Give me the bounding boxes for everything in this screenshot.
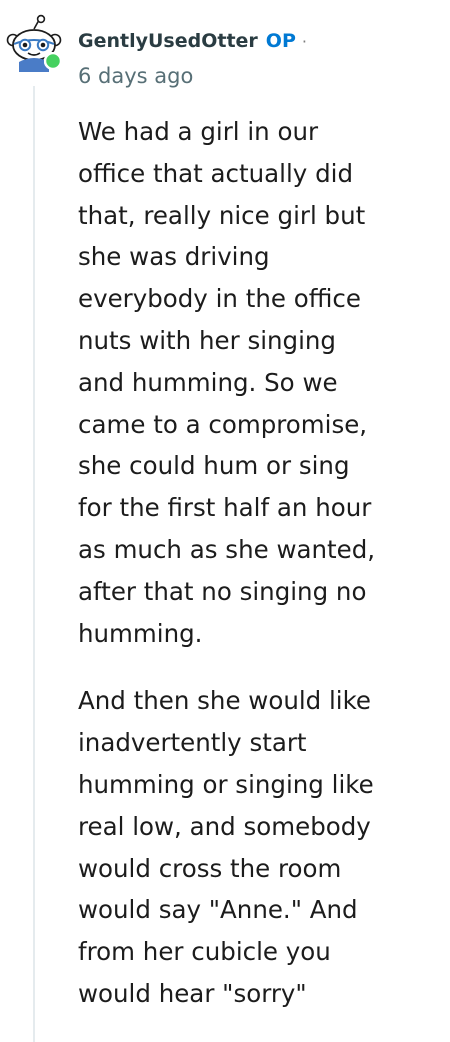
text-line: would cross the room: [78, 853, 342, 883]
text-line: as much as she wanted,: [78, 534, 376, 564]
author-row: GentlyUsedOtter OP ·: [78, 30, 438, 56]
user-avatar[interactable]: [6, 14, 64, 72]
text-line: office that actually did: [78, 158, 353, 188]
text-line: would hear "sorry": [78, 978, 307, 1008]
text-line: humming.: [78, 618, 203, 648]
text-line: everybody in the office: [78, 284, 361, 314]
text-line: inadvertently start: [78, 728, 307, 758]
username-link[interactable]: GentlyUsedOtter: [78, 30, 258, 52]
comment-paragraph: And then she would like inadvertently st…: [78, 680, 418, 1014]
text-line: from her cubicle you: [78, 937, 331, 967]
timestamp[interactable]: 6 days ago: [78, 64, 438, 88]
text-line: nuts with her singing: [78, 325, 336, 355]
comment: GentlyUsedOtter OP · 6 days ago We had a…: [0, 0, 450, 1042]
comment-paragraph: We had a girl in our office that actuall…: [78, 111, 418, 654]
comment-meta: GentlyUsedOtter OP · 6 days ago: [78, 30, 438, 88]
text-line: and humming. So we: [78, 367, 338, 397]
online-status-icon: [44, 52, 62, 70]
text-line: And then she would like: [78, 686, 372, 716]
op-badge: OP: [265, 30, 296, 52]
text-line: she was driving: [78, 242, 270, 272]
text-line: she could hum or sing: [78, 451, 350, 481]
text-line: We had a girl in our: [78, 117, 319, 146]
comment-body: We had a girl in our office that actuall…: [78, 111, 418, 1015]
text-line: that, really nice girl but: [78, 200, 366, 230]
text-line: after that no singing no: [78, 576, 367, 606]
text-line: humming or singing like: [78, 769, 374, 799]
text-line: would say "Anne." And: [78, 895, 358, 925]
text-line: came to a compromise,: [78, 409, 368, 439]
text-line: for the first half an hour: [78, 493, 372, 523]
separator-dot: ·: [301, 32, 307, 51]
text-line: real low, and somebody: [78, 811, 371, 841]
thread-line[interactable]: [33, 86, 35, 1042]
